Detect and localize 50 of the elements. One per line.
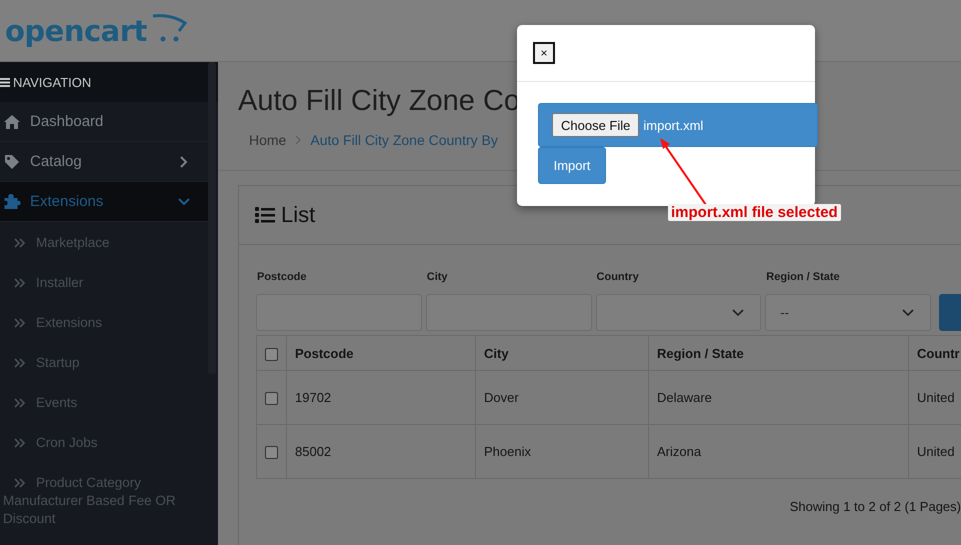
row-checkbox[interactable] [265,392,278,406]
nav-item[interactable]: Extensions [0,182,208,222]
double-chevron-icon [14,478,26,488]
logo-text[interactable]: opencart [5,14,147,48]
table-cell: 19702 [286,370,476,424]
double-chevron-icon [14,358,26,368]
table-cell: Arizona [648,424,908,478]
column-header[interactable]: Postcode [286,336,476,370]
navigation-title: NAVIGATION [13,74,92,90]
tag-icon [3,154,21,170]
dropdown-caret-icon [732,309,744,317]
table-cell: Delaware [648,370,908,424]
double-chevron-icon [14,238,26,248]
column-header[interactable]: Region / State [648,336,908,370]
filter-label: Region / State [765,271,841,283]
pagination-text: Showing 1 to 2 of 2 (1 Pages) [790,499,961,514]
table-cell: 85002 [286,424,476,478]
breadcrumb-link[interactable]: Home [249,132,286,148]
cart-icon [150,12,187,42]
filter-label: Postcode [256,271,308,283]
filter-button[interactable] [939,294,961,331]
import-button[interactable]: Import [538,147,606,184]
file-input[interactable]: Choose File import.xml [538,103,818,147]
table-cell: Phoenix [476,424,648,478]
puzzle-icon [3,193,21,210]
list-icon [255,206,275,224]
close-button[interactable]: × [533,42,555,64]
filter-label: City [426,271,449,283]
column-header[interactable]: Countr [908,336,961,370]
select-all-checkbox[interactable] [265,348,278,361]
filter-label: Country [596,271,640,283]
column-header[interactable]: City [476,336,648,370]
file-name: import.xml [643,118,704,132]
row-checkbox[interactable] [265,446,278,460]
breadcrumb-link[interactable]: Auto Fill City Zone Country By [310,132,498,148]
select-field[interactable]: -- [765,294,932,331]
double-chevron-icon [14,278,26,288]
double-chevron-icon [14,318,26,328]
panel-title: List [281,202,316,228]
double-chevron-icon [14,398,26,408]
breadcrumb-separator-icon [295,135,302,145]
home-icon [3,114,21,130]
dropdown-caret-icon [902,309,914,317]
select-field[interactable] [596,294,762,331]
menu-icon[interactable] [0,78,10,86]
scrollbar[interactable] [208,62,216,374]
table-cell: Dover [476,370,648,424]
double-chevron-icon [14,438,26,448]
choose-file-button[interactable]: Choose File [552,113,640,137]
annotation-text: import.xml file selected [668,204,841,221]
